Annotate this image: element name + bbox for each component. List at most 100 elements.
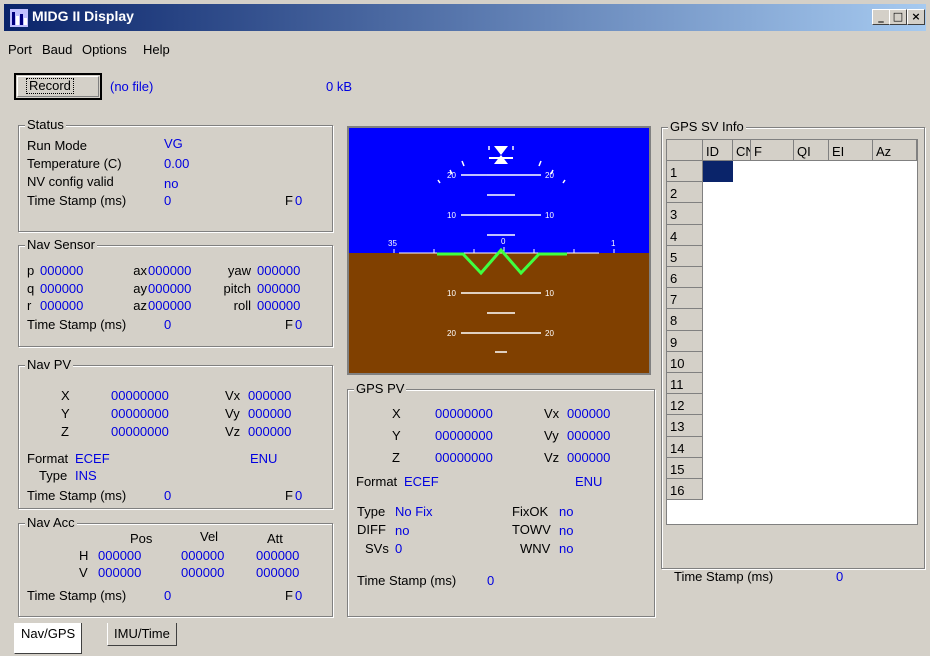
gps-axis-label: Z	[392, 450, 400, 465]
pv-velocity-value: 000000	[248, 388, 292, 403]
acc-value: 000000	[98, 565, 142, 580]
sv-grid[interactable]: IDCNFQIEIAz12345678910111213141516	[666, 139, 918, 525]
gps-velocity-value: 000000	[567, 450, 611, 465]
sv-row-header: 8	[667, 309, 703, 331]
menu-port[interactable]: Port	[8, 42, 32, 57]
status-group: Status Run Mode VG Temperature (C) 0.00 …	[18, 117, 333, 232]
gps-velocity-label: Vz	[544, 450, 560, 465]
sensor-value: 000000	[257, 281, 301, 296]
diff-value: no	[395, 523, 410, 538]
sv-row-header: 6	[667, 267, 703, 289]
gps-position-value: 00000000	[435, 406, 493, 421]
pv-velocity-value: 000000	[248, 424, 292, 439]
sv-column-header: F	[751, 140, 794, 161]
heading-label: 0	[501, 237, 506, 246]
gps-axis-label: X	[392, 406, 401, 421]
wnv-label: WNV	[520, 541, 551, 556]
nav-sensor-f-value: 0	[295, 317, 303, 332]
sv-row-header: 9	[667, 330, 703, 352]
maximize-button[interactable]: □	[889, 9, 907, 25]
sv-row-header: 11	[667, 373, 703, 395]
gps-velocity-label: Vx	[544, 406, 560, 421]
title-bar[interactable]: MIDG II Display _ □ ×	[4, 4, 926, 31]
nav-pv-format-value: ECEF	[75, 451, 110, 466]
svs-value: 0	[395, 541, 403, 556]
run-mode-label: Run Mode	[27, 138, 87, 153]
acc-row-label: H	[79, 548, 89, 563]
pv-velocity-label: Vz	[225, 424, 241, 439]
sensor-value: 000000	[40, 281, 84, 296]
nav-acc-f-value: 0	[295, 588, 303, 603]
sv-row-header: 7	[667, 288, 703, 310]
gps-velocity-label: Vy	[544, 428, 559, 443]
pv-velocity-value: 000000	[248, 406, 292, 421]
sensor-label: ax	[133, 263, 147, 278]
nav-acc-group: Nav Acc Pos Vel Att H 000000 000000 0000…	[18, 515, 333, 617]
menu-baud[interactable]: Baud	[42, 42, 72, 57]
tab-label: IMU/Time	[114, 626, 170, 641]
nv-config-label: NV config valid	[27, 174, 114, 189]
heading-label: 1	[611, 239, 616, 248]
record-button[interactable]: Record	[14, 73, 102, 100]
sv-column-header: CN	[733, 140, 751, 161]
close-button[interactable]: ×	[907, 9, 925, 25]
tab-imu-time[interactable]: IMU/Time	[107, 623, 177, 646]
nav-pv-format-label: Format	[27, 451, 69, 466]
towv-label: TOWV	[512, 522, 551, 537]
sv-row-header: 3	[667, 203, 703, 225]
nav-acc-timestamp-value: 0	[164, 588, 172, 603]
status-f-value: 0	[295, 193, 303, 208]
status-f-label: F	[285, 193, 293, 208]
run-mode-value: VG	[164, 136, 183, 151]
acc-value: 000000	[181, 548, 225, 563]
gps-sv-title: GPS SV Info	[668, 119, 746, 135]
status-timestamp-label: Time Stamp (ms)	[27, 193, 127, 208]
gps-timestamp-value: 0	[487, 573, 495, 588]
menu-help[interactable]: Help	[143, 42, 170, 57]
sensor-value: 000000	[257, 298, 301, 313]
sensor-label: pitch	[223, 281, 251, 296]
fixok-value: no	[559, 504, 574, 519]
pv-velocity-label: Vx	[225, 388, 241, 403]
pv-position-value: 00000000	[111, 406, 169, 421]
sensor-label: p	[27, 263, 35, 278]
attitude-display: 20 20 10 10 10 10 20 20 35 0 1	[349, 128, 649, 373]
nv-config-value: no	[164, 176, 179, 191]
pv-position-value: 00000000	[111, 424, 169, 439]
diff-label: DIFF	[357, 522, 386, 537]
sv-column-header: Az	[873, 140, 917, 161]
nav-sensor-timestamp-value: 0	[164, 317, 172, 332]
minimize-button[interactable]: _	[872, 9, 890, 25]
pitch-label: 10	[447, 211, 456, 220]
gps-axis-label: Y	[392, 428, 401, 443]
gps-pv-group: GPS PV X 00000000 Vx 000000 Y 00000000 V…	[347, 381, 655, 617]
menu-options[interactable]: Options	[82, 42, 127, 57]
gps-position-value: 00000000	[435, 450, 493, 465]
sv-grid-corner	[667, 140, 703, 161]
sv-column-header: EI	[829, 140, 873, 161]
app-window: MIDG II Display _ □ × Port Baud Options …	[0, 0, 930, 656]
sv-row-header: 2	[667, 182, 703, 204]
sensor-label: q	[27, 281, 35, 296]
sensor-label: yaw	[227, 263, 251, 278]
acc-value: 000000	[256, 565, 300, 580]
acc-col-header: Vel	[200, 529, 219, 544]
sv-column-header: QI	[794, 140, 829, 161]
sv-selected-cell[interactable]	[703, 161, 733, 183]
temperature-value: 0.00	[164, 156, 190, 171]
sensor-label: roll	[233, 298, 251, 313]
gps-velocity-value: 000000	[567, 406, 611, 421]
sv-row-header: 12	[667, 394, 703, 416]
status-timestamp-value: 0	[164, 193, 172, 208]
sv-row-header: 1	[667, 161, 703, 183]
gps-velocity-value: 000000	[567, 428, 611, 443]
pv-axis-label: Y	[61, 406, 70, 421]
sensor-value: 000000	[148, 298, 192, 313]
tab-nav-gps[interactable]: Nav/GPS	[14, 623, 83, 654]
towv-value: no	[559, 523, 574, 538]
nav-pv-group: Nav PV X 00000000 Vx 000000 Y 00000000 V…	[18, 357, 333, 509]
nav-pv-f-value: 0	[295, 488, 303, 503]
sensor-value: 000000	[148, 263, 192, 278]
sensor-value: 000000	[40, 263, 84, 278]
record-file-size: 0 kB	[326, 79, 353, 94]
